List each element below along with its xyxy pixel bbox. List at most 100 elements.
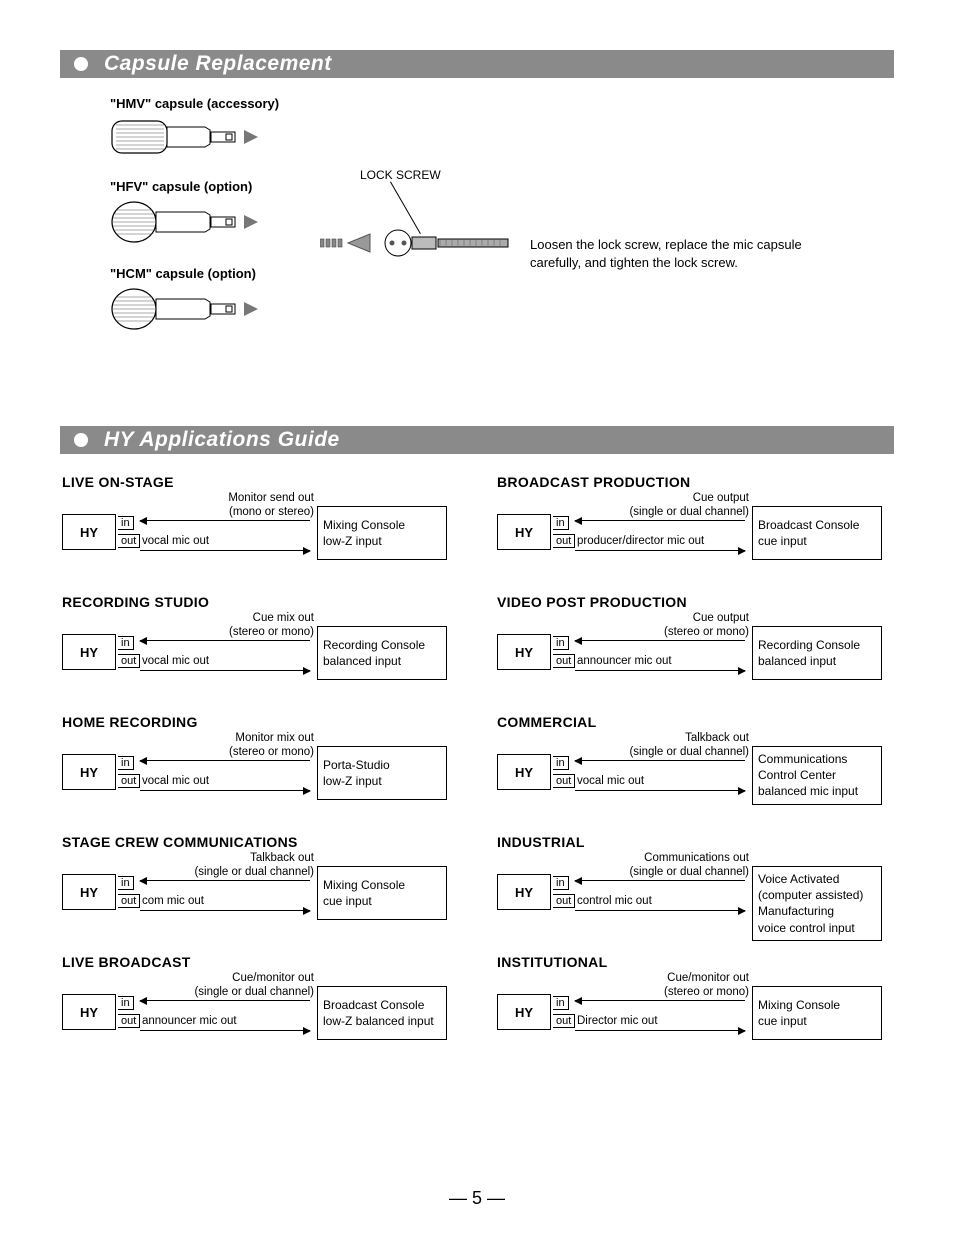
arrow-in-icon — [140, 880, 310, 881]
signal-out-label: vocal mic out — [142, 775, 209, 787]
bullet-icon — [74, 57, 88, 71]
arrow-out-icon — [140, 670, 310, 671]
signal-in-label: Cue/monitor out — [667, 972, 749, 984]
section-bar-capsule: Capsule Replacement — [60, 50, 894, 78]
console-box: Broadcast Console low-Z balanced input — [317, 986, 447, 1040]
app-title: STAGE CREW COMMUNICATIONS — [62, 834, 459, 850]
app-diagram: Cue output (single or dual channel) HY i… — [497, 492, 894, 564]
console-box: Mixing Console cue input — [317, 866, 447, 920]
signal-in-sub: (mono or stereo) — [229, 506, 314, 518]
app-title: RECORDING STUDIO — [62, 594, 459, 610]
section-bar-apps: HY Applications Guide — [60, 426, 894, 454]
console-input: balanced mic input — [758, 783, 876, 799]
signal-in-label: Talkback out — [250, 852, 314, 864]
arrow-out-icon — [575, 550, 745, 551]
console-input: low-Z input — [323, 773, 441, 789]
console-input: cue input — [758, 1013, 876, 1029]
arrow-out-icon — [575, 670, 745, 671]
signal-in-sub: (single or dual channel) — [194, 866, 314, 878]
console-box: Voice Activated (computer assisted) Manu… — [752, 866, 882, 941]
app-block: INDUSTRIAL Communications out (single or… — [497, 834, 894, 924]
app-diagram: Talkback out (single or dual channel) HY… — [497, 732, 894, 804]
hy-box: HY — [497, 634, 551, 670]
app-title: VIDEO POST PRODUCTION — [497, 594, 894, 610]
port-in: in — [553, 996, 569, 1010]
capsule-icon — [110, 200, 260, 244]
port-out: out — [118, 534, 140, 548]
signal-out-label: vocal mic out — [142, 655, 209, 667]
app-diagram: Cue output (stereo or mono) HY in out an… — [497, 612, 894, 684]
arrow-in-icon — [140, 520, 310, 521]
app-title: BROADCAST PRODUCTION — [497, 474, 894, 490]
signal-in-label: Cue mix out — [253, 612, 314, 624]
signal-in-sub: (single or dual channel) — [629, 746, 749, 758]
port-in: in — [118, 516, 134, 530]
signal-in-label: Monitor send out — [228, 492, 314, 504]
app-title: COMMERCIAL — [497, 714, 894, 730]
console-box: Mixing Console low-Z input — [317, 506, 447, 560]
port-out: out — [118, 894, 140, 908]
arrow-in-icon — [140, 760, 310, 761]
capsule-label: "HMV" capsule (accessory) — [110, 96, 894, 111]
console-name: Broadcast Console — [758, 517, 876, 533]
signal-in-sub: (stereo or mono) — [664, 986, 749, 998]
signal-in-sub: (stereo or mono) — [664, 626, 749, 638]
apps-col-left: LIVE ON-STAGE Monitor send out (mono or … — [62, 474, 459, 1074]
signal-out-label: vocal mic out — [577, 775, 644, 787]
console-name: Mixing Console — [758, 997, 876, 1013]
signal-in-sub: (single or dual channel) — [629, 506, 749, 518]
console-input: low-Z balanced input — [323, 1013, 441, 1029]
console-name: Communications Control Center — [758, 751, 876, 783]
signal-out-label: vocal mic out — [142, 535, 209, 547]
console-box: Broadcast Console cue input — [752, 506, 882, 560]
port-out: out — [553, 534, 575, 548]
port-out: out — [118, 1014, 140, 1028]
app-title: LIVE ON-STAGE — [62, 474, 459, 490]
arrow-in-icon — [575, 640, 745, 641]
console-name: Recording Console — [323, 637, 441, 653]
hy-box: HY — [62, 514, 116, 550]
port-in: in — [553, 876, 569, 890]
console-name: Recording Console — [758, 637, 876, 653]
section-title: HY Applications Guide — [104, 428, 340, 452]
console-input: low-Z input — [323, 533, 441, 549]
signal-out-label: Director mic out — [577, 1015, 658, 1027]
app-diagram: Communications out (single or dual chann… — [497, 852, 894, 924]
port-out: out — [553, 654, 575, 668]
arrow-out-icon — [575, 910, 745, 911]
app-block: INSTITUTIONAL Cue/monitor out (stereo or… — [497, 954, 894, 1044]
app-title: HOME RECORDING — [62, 714, 459, 730]
port-out: out — [118, 774, 140, 788]
arrow-in-icon — [575, 1000, 745, 1001]
port-out: out — [553, 894, 575, 908]
app-diagram: Cue/monitor out (single or dual channel)… — [62, 972, 459, 1044]
app-diagram: Talkback out (single or dual channel) HY… — [62, 852, 459, 924]
signal-out-label: control mic out — [577, 895, 652, 907]
signal-out-label: producer/director mic out — [577, 535, 704, 547]
app-block: LIVE BROADCAST Cue/monitor out (single o… — [62, 954, 459, 1044]
app-block: HOME RECORDING Monitor mix out (stereo o… — [62, 714, 459, 804]
port-in: in — [553, 516, 569, 530]
hy-box: HY — [497, 994, 551, 1030]
applications-columns: LIVE ON-STAGE Monitor send out (mono or … — [60, 474, 894, 1074]
app-block: RECORDING STUDIO Cue mix out (stereo or … — [62, 594, 459, 684]
console-input: cue input — [758, 533, 876, 549]
arrow-out-icon — [140, 550, 310, 551]
port-out: out — [553, 1014, 575, 1028]
console-input: voice control input — [758, 920, 876, 936]
arrow-in-icon — [575, 520, 745, 521]
capsule-label: "HFV" capsule (option) — [110, 179, 894, 194]
hy-box: HY — [62, 754, 116, 790]
arrow-in-icon — [140, 1000, 310, 1001]
bullet-icon — [74, 433, 88, 447]
port-out: out — [553, 774, 575, 788]
signal-out-label: announcer mic out — [142, 1015, 237, 1027]
arrow-out-icon — [140, 910, 310, 911]
capsule-icon — [110, 287, 260, 331]
hy-box: HY — [497, 754, 551, 790]
app-diagram: Monitor mix out (stereo or mono) HY in o… — [62, 732, 459, 804]
signal-in-label: Cue output — [693, 492, 749, 504]
port-in: in — [118, 756, 134, 770]
arrow-out-icon — [575, 790, 745, 791]
capsule-hcm: "HCM" capsule (option) — [110, 266, 894, 331]
